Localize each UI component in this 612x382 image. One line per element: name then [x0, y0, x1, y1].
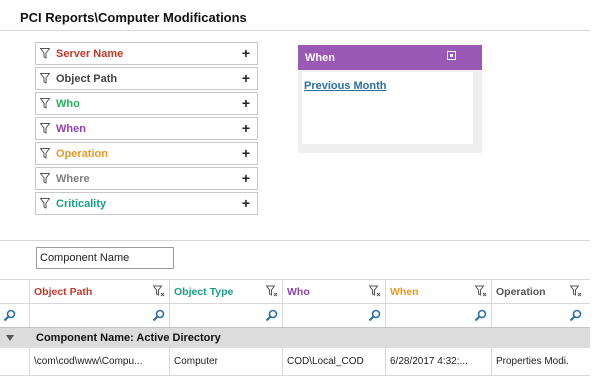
filter-who[interactable]: Who + [35, 92, 258, 115]
search-cell-when[interactable] [385, 304, 491, 327]
funnel-icon [40, 73, 50, 84]
filter-label: When [56, 123, 86, 135]
plus-icon[interactable]: + [242, 120, 250, 136]
results-grid: Object Path Object Type Who When Operati… [0, 279, 590, 376]
cell-when: 6/28/2017 4:32:... [385, 348, 491, 375]
search-cell-object-path[interactable] [29, 304, 169, 327]
cell-object-type: Computer [169, 348, 282, 375]
plus-icon[interactable]: + [242, 45, 250, 61]
column-header-object-path[interactable]: Object Path [29, 280, 169, 303]
plus-icon[interactable]: + [242, 145, 250, 161]
previous-month-link[interactable]: Previous Month [304, 80, 387, 92]
search-icon[interactable] [368, 309, 381, 322]
plus-icon[interactable]: + [242, 170, 250, 186]
cell-text: \com\cod\www\Compu... [34, 356, 143, 367]
search-icon[interactable] [152, 309, 165, 322]
search-icon[interactable] [474, 309, 487, 322]
filter-when[interactable]: When + [35, 117, 258, 140]
plus-icon[interactable]: + [242, 195, 250, 211]
cell-who: COD\Local_COD [282, 348, 385, 375]
plus-icon[interactable]: + [242, 95, 250, 111]
close-icon[interactable] [447, 51, 456, 60]
column-header-label: Object Path [34, 286, 93, 298]
column-filter-icon[interactable] [369, 285, 381, 297]
funnel-icon [40, 198, 50, 209]
plus-icon[interactable]: + [242, 70, 250, 86]
section-divider [0, 240, 590, 241]
column-header-label: When [390, 286, 419, 298]
filter-label: Object Path [56, 73, 118, 85]
when-panel-title: When [305, 52, 335, 64]
filter-label: Server Name [56, 48, 124, 60]
column-filter-icon[interactable] [475, 285, 487, 297]
column-header-when[interactable]: When [385, 280, 491, 303]
funnel-icon [40, 98, 50, 109]
cell-object-path: \com\cod\www\Compu... [29, 348, 169, 375]
column-header-who[interactable]: Who [282, 280, 385, 303]
cell-text: Computer [174, 356, 218, 367]
column-header-object-type[interactable]: Object Type [169, 280, 282, 303]
cell-text: Properties Modi. [496, 356, 569, 367]
search-icon[interactable] [3, 309, 16, 322]
column-filter-icon[interactable] [570, 285, 582, 297]
filter-label: Who [56, 98, 80, 110]
filter-object-path[interactable]: Object Path + [35, 67, 258, 90]
filter-where[interactable]: Where + [35, 167, 258, 190]
search-cell-object-type[interactable] [169, 304, 282, 327]
filter-criticality[interactable]: Criticality + [35, 192, 258, 215]
column-header-label: Operation [496, 286, 546, 298]
filter-label: Criticality [56, 198, 107, 210]
column-filter-icon[interactable] [153, 285, 165, 297]
group-header-row[interactable]: Component Name: Active Directory [0, 327, 590, 348]
search-icon[interactable] [265, 309, 278, 322]
filter-list: Server Name + Object Path + Who + When +… [35, 42, 258, 217]
group-by-chip[interactable]: Component Name [36, 247, 174, 269]
page-title: PCI Reports\Computer Modifications [20, 10, 247, 25]
filter-label: Operation [56, 148, 108, 160]
filter-server-name[interactable]: Server Name + [35, 42, 258, 65]
search-cell-operation[interactable] [491, 304, 586, 327]
title-divider [0, 30, 590, 31]
cell-text: 6/28/2017 4:32:... [390, 356, 468, 367]
cell-operation: Properties Modi. [491, 348, 586, 375]
grid-search-row [0, 303, 590, 327]
table-row[interactable]: \com\cod\www\Compu... Computer COD\Local… [0, 348, 590, 376]
filter-operation[interactable]: Operation + [35, 142, 258, 165]
cell-text: COD\Local_COD [287, 356, 364, 367]
funnel-icon [40, 173, 50, 184]
column-header-label: Who [287, 286, 310, 298]
collapse-triangle-icon[interactable] [6, 335, 14, 341]
search-icon[interactable] [569, 309, 582, 322]
funnel-icon [40, 48, 50, 59]
grid-header-row: Object Path Object Type Who When Operati… [0, 279, 590, 303]
funnel-icon [40, 148, 50, 159]
funnel-icon [40, 123, 50, 134]
column-header-operation[interactable]: Operation [491, 280, 586, 303]
when-panel-header: When [298, 45, 482, 70]
column-filter-icon[interactable] [266, 285, 278, 297]
search-cell-who[interactable] [282, 304, 385, 327]
group-label: Component Name: Active Directory [36, 332, 221, 344]
column-header-label: Object Type [174, 286, 234, 298]
when-panel-body: Previous Month [302, 72, 473, 144]
when-filter-panel: When Previous Month [298, 45, 482, 153]
filter-label: Where [56, 173, 90, 185]
